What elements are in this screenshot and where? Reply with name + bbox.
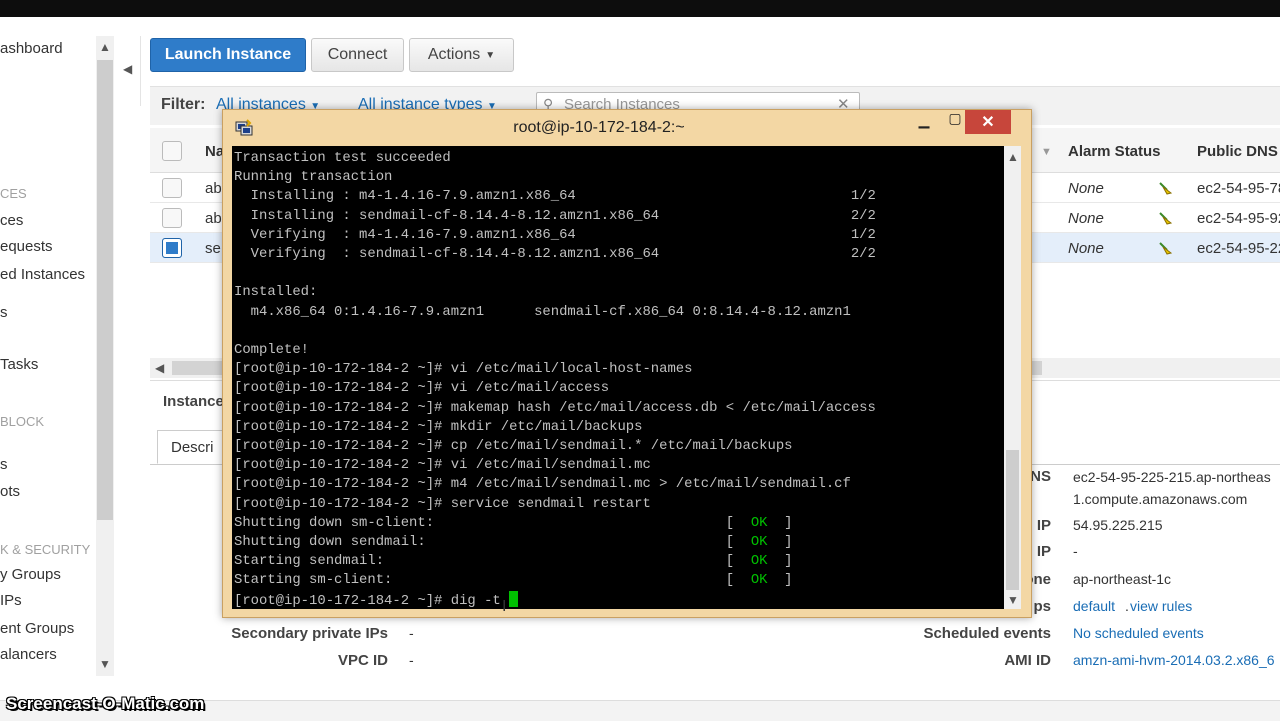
top-black-bar [0,0,1280,17]
detail-value-elastic-ip: - [1073,543,1078,559]
details-title: Instance [163,393,224,410]
close-icon[interactable]: ✕ [965,110,1011,134]
row-alarm-status: None [1068,180,1104,197]
sidebar-section-header: K & SECURITY [0,542,91,557]
sidebar-item[interactable]: ed Instances [0,266,85,283]
detail-label-vpc-id: VPC ID [337,652,388,669]
sidebar-item[interactable]: y Groups [0,566,61,583]
detail-value-vpc-id: - [409,652,414,668]
connect-button[interactable]: Connect [311,38,404,72]
sidebar-section-header: CES [0,186,27,201]
scroll-up-icon[interactable]: ▲ [1007,150,1019,164]
sidebar-item[interactable]: ashboard [0,40,63,57]
detail-label-ami-id: AMI ID [1004,652,1051,669]
row-name: ab [205,210,222,227]
watermark: Screencast-O-Matic.com [6,694,205,713]
launch-instance-button[interactable]: Launch Instance [150,38,306,72]
sidebar-item[interactable]: s [0,304,8,321]
tab-description-label: Descri [171,439,214,456]
sidebar-item[interactable]: equests [0,238,53,255]
sidebar-item[interactable]: ent Groups [0,620,74,637]
detail-value-dns: ec2-54-95-225-215.ap-northeas [1073,469,1271,485]
row-alarm-status: None [1068,240,1104,257]
terminal-text: Transaction test succeeded Running trans… [234,150,876,609]
filter-label: Filter: [161,96,206,113]
sidebar-collapse-button[interactable]: ◀ [118,36,141,106]
sidebar-section-header: BLOCK [0,414,45,429]
row-public-dns: ec2-54-95-92 [1197,210,1280,227]
separator-dot: . [1125,598,1129,614]
detail-value-zone: ap-northeast-1c [1073,571,1172,587]
actions-label: Actions [427,46,481,63]
terminal-output[interactable]: Transaction test succeeded Running trans… [232,146,1004,609]
detail-value-dns-cont: 1.compute.amazonaws.com [1073,491,1248,507]
sidebar-item[interactable]: Tasks [0,356,38,373]
sort-icon[interactable]: ▼ [1041,146,1052,158]
maximize-icon[interactable]: ▢ [945,110,965,132]
minimize-icon[interactable]: ▁ [913,112,935,132]
terminal-titlebar[interactable]: root@ip-10-172-184-2:~ ▁ ▢ ✕ [223,110,1031,146]
detail-value-scheduled-events: No scheduled events [1073,625,1204,641]
scroll-down-icon[interactable]: ▼ [99,657,111,671]
view-rules-link[interactable]: view rules [1130,598,1192,614]
alarm-bell-icon[interactable] [1158,241,1174,255]
row-checkbox[interactable] [162,178,182,198]
scroll-down-icon[interactable]: ▼ [1007,593,1019,607]
scroll-left-icon[interactable]: ◀ [155,361,164,375]
row-name: se [205,240,221,257]
row-checkbox[interactable] [162,208,182,228]
detail-value-public-ip: 54.95.225.215 [1073,517,1163,533]
column-public-dns[interactable]: Public DNS [1197,143,1278,160]
sidebar-item[interactable]: IPs [0,592,22,609]
row-public-dns: ec2-54-95-22 [1197,240,1280,257]
select-all-checkbox[interactable] [162,141,182,161]
chevron-down-icon: ▼ [485,49,496,61]
sidebar-item[interactable]: ces [0,212,23,229]
actions-dropdown[interactable]: Actions ▼ [409,38,514,72]
chevron-left-icon: ◀ [123,62,133,76]
sidebar-item[interactable]: s [0,456,8,473]
alarm-bell-icon[interactable] [1158,181,1174,195]
row-public-dns: ec2-54-95-78 [1197,180,1280,197]
row-name: ab [205,180,222,197]
row-alarm-status: None [1068,210,1104,227]
security-group-link[interactable]: default [1073,598,1115,614]
detail-value-secondary-ips: - [409,625,414,641]
row-checkbox[interactable] [162,238,182,258]
tab-description[interactable]: Descri [157,430,227,464]
detail-value-ami-id[interactable]: amzn-ami-hvm-2014.03.2.x86_6 [1073,652,1275,668]
text-cursor-icon: I [502,598,507,615]
terminal-scroll-thumb[interactable] [1006,450,1019,590]
column-alarm-status[interactable]: Alarm Status [1068,143,1161,160]
terminal-window[interactable]: root@ip-10-172-184-2:~ ▁ ▢ ✕ Transaction… [222,109,1032,618]
terminal-title: root@ip-10-172-184-2:~ [513,119,685,136]
alarm-bell-icon[interactable] [1158,211,1174,225]
detail-label-scheduled-events: Scheduled events [923,625,1051,642]
sidebar-scroll-thumb[interactable] [97,60,113,520]
sidebar-item[interactable]: alancers [0,646,57,663]
detail-label-secondary-ips: Secondary private IPs [231,625,388,642]
scroll-up-icon[interactable]: ▲ [99,40,111,54]
sidebar-item[interactable]: ots [0,483,20,500]
